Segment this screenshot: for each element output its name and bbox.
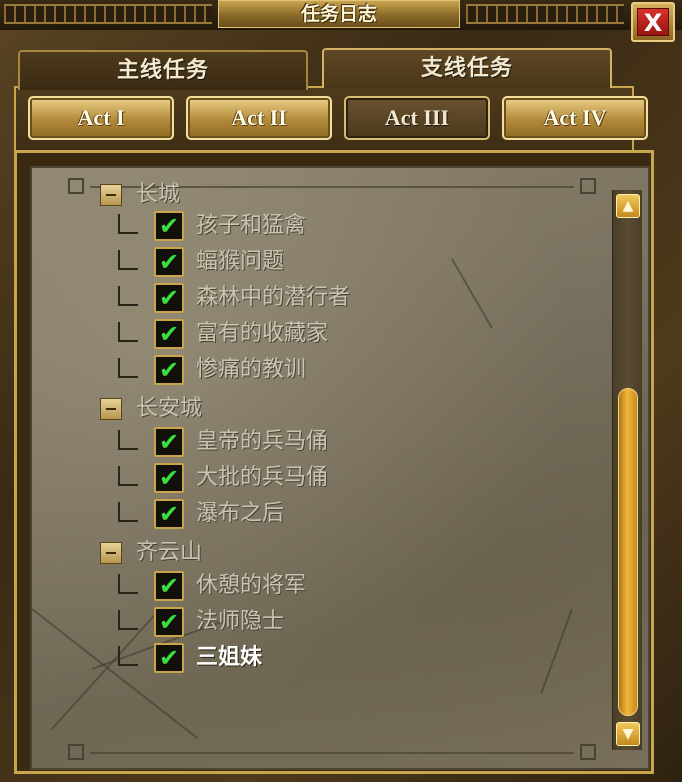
quest-label: 蝠猴问题 <box>196 249 285 274</box>
tab-label: 支线任务 <box>420 56 513 81</box>
title-plate: 任务日志 <box>218 0 460 28</box>
tab-side-quests[interactable]: 支线任务 <box>322 48 612 88</box>
scroll-up-icon[interactable]: ▲ <box>616 194 640 218</box>
quest-label: 森林中的潜行者 <box>196 285 351 310</box>
checkmark-icon: ✔ <box>154 643 184 673</box>
checkmark-icon: ✔ <box>154 211 184 241</box>
checkmark-icon: ✔ <box>154 463 184 493</box>
act-2-button[interactable]: Act II <box>186 96 332 140</box>
tree-branch-icon <box>118 250 138 270</box>
quest-label: 三姐妹 <box>196 645 263 670</box>
quest-label: 皇帝的兵马俑 <box>196 429 329 454</box>
quest-label: 法师隐士 <box>196 609 285 634</box>
tree-branch-icon <box>118 502 138 522</box>
collapse-icon[interactable] <box>100 542 122 564</box>
tree-branch-icon <box>118 214 138 234</box>
quest-label: 惨痛的教训 <box>196 357 307 382</box>
act-label: Act II <box>231 105 287 130</box>
close-button[interactable]: X <box>631 2 675 42</box>
tree-branch-icon <box>118 646 138 666</box>
close-icon: X <box>637 8 669 37</box>
collapse-icon[interactable] <box>100 184 122 206</box>
scroll-down-icon[interactable]: ▼ <box>616 722 640 746</box>
act-label: Act I <box>77 105 125 130</box>
tree-branch-icon <box>118 322 138 342</box>
tab-main-quests[interactable]: 主线任务 <box>18 50 308 90</box>
scroll-thumb[interactable] <box>618 388 638 716</box>
checkmark-icon: ✔ <box>154 355 184 385</box>
tree-branch-icon <box>118 430 138 450</box>
quest-label: 瀑布之后 <box>196 501 285 526</box>
tree-branch-icon <box>118 466 138 486</box>
checkmark-icon: ✔ <box>154 607 184 637</box>
checkmark-icon: ✔ <box>154 571 184 601</box>
title-bar[interactable]: 任务日志 <box>0 0 682 30</box>
tree-branch-icon <box>118 286 138 306</box>
quest-tree: 长城 ✔ 孩子和猛禽 ✔ 蝠猴问题 ✔ 森林中的潜行者 ✔ 富有的收藏家 ✔ 惨… <box>32 168 622 768</box>
act-1-button[interactable]: Act I <box>28 96 174 140</box>
scrollbar[interactable]: ▲ ▼ <box>612 190 642 750</box>
tree-branch-icon <box>118 358 138 378</box>
checkmark-icon: ✔ <box>154 283 184 313</box>
greek-key-ornament-right <box>466 4 624 24</box>
act-label: Act III <box>384 105 450 130</box>
tree-branch-icon <box>118 574 138 594</box>
greek-key-ornament-left <box>4 4 212 24</box>
quest-label: 孩子和猛禽 <box>196 213 307 238</box>
quest-list-panel: 长城 ✔ 孩子和猛禽 ✔ 蝠猴问题 ✔ 森林中的潜行者 ✔ 富有的收藏家 ✔ 惨… <box>30 166 650 770</box>
group-label: 齐云山 <box>136 540 203 565</box>
quest-journal-window: 任务日志 X 主线任务 支线任务 Act I Act II Act III Ac… <box>0 0 682 782</box>
checkmark-icon: ✔ <box>154 247 184 277</box>
tab-label: 主线任务 <box>116 58 209 83</box>
checkmark-icon: ✔ <box>154 319 184 349</box>
act-label: Act IV <box>543 105 607 130</box>
window-title: 任务日志 <box>300 3 377 25</box>
quest-label: 大批的兵马俑 <box>196 465 329 490</box>
quest-label: 休憩的将军 <box>196 573 307 598</box>
act-3-button[interactable]: Act III <box>344 96 490 140</box>
group-label: 长安城 <box>136 396 203 421</box>
checkmark-icon: ✔ <box>154 427 184 457</box>
act-4-button[interactable]: Act IV <box>502 96 648 140</box>
quest-label: 富有的收藏家 <box>196 321 329 346</box>
group-label: 长城 <box>136 182 181 207</box>
checkmark-icon: ✔ <box>154 499 184 529</box>
tree-branch-icon <box>118 610 138 630</box>
collapse-icon[interactable] <box>100 398 122 420</box>
